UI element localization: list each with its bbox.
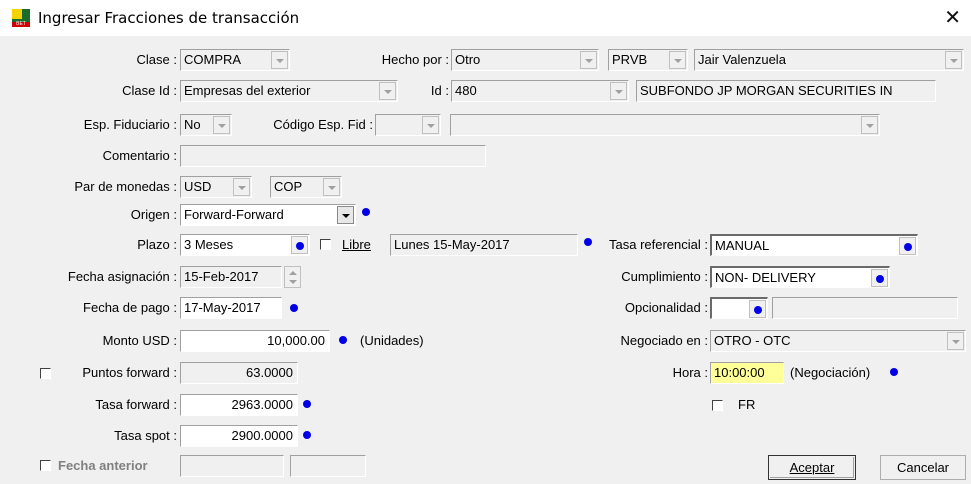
- chevron-down-icon[interactable]: [861, 116, 878, 134]
- title-bar: BET Ingresar Fracciones de transacción ✕: [0, 0, 971, 36]
- chevron-down-icon[interactable]: [610, 82, 627, 100]
- required-dot-icon: [290, 304, 298, 312]
- chevron-down-icon[interactable]: [379, 82, 396, 100]
- fecha-asignacion-label: Fecha asignación :: [67, 269, 177, 284]
- required-dot-icon: [362, 208, 370, 216]
- required-dot-icon: [890, 368, 898, 376]
- puntos-forward-checkbox[interactable]: [40, 368, 51, 379]
- esp-fiduciario-select[interactable]: No: [180, 114, 232, 136]
- negociado-en-select[interactable]: OTRO - OTC: [710, 330, 966, 352]
- aceptar-button[interactable]: Aceptar: [768, 455, 856, 480]
- blue-dot-dropdown-icon[interactable]: [871, 269, 888, 287]
- required-dot-icon: [584, 238, 592, 246]
- app-logo-icon: BET: [12, 9, 30, 27]
- fecha-anterior-field-1: [180, 455, 284, 477]
- chevron-down-icon[interactable]: [233, 178, 250, 196]
- esp-fiduciario-label: Esp. Fiduciario :: [83, 117, 177, 132]
- plazo-select[interactable]: 3 Meses: [180, 234, 310, 256]
- hecho-por-label: Hecho por :: [381, 52, 449, 67]
- fecha-asignacion-field[interactable]: 15-Feb-2017: [180, 266, 282, 288]
- puntos-forward-label: Puntos forward :: [82, 365, 177, 380]
- comentario-field[interactable]: [180, 145, 486, 167]
- origen-select[interactable]: Forward-Forward: [180, 204, 356, 226]
- plazo-label: Plazo :: [137, 237, 177, 252]
- trader-code-select[interactable]: PRVB: [608, 49, 688, 71]
- hora-field[interactable]: 10:00:00: [710, 362, 784, 384]
- opcionalidad-label: Opcionalidad :: [624, 300, 708, 315]
- cumplimiento-label: Cumplimiento :: [621, 269, 708, 284]
- tasa-spot-label: Tasa spot :: [114, 428, 177, 443]
- tasa-spot-field[interactable]: 2900.0000: [180, 425, 298, 447]
- clase-id-select[interactable]: Empresas del exterior: [180, 80, 398, 102]
- chevron-down-icon[interactable]: [947, 332, 964, 350]
- codigo-esp-fid-desc-select[interactable]: [450, 114, 880, 136]
- fecha-anterior-field-2: [290, 455, 366, 477]
- cumplimiento-select[interactable]: NON- DELIVERY: [710, 266, 890, 288]
- chevron-down-icon[interactable]: [337, 206, 354, 224]
- chevron-down-icon[interactable]: [323, 178, 340, 196]
- required-dot-icon: [303, 400, 311, 408]
- fecha-anterior-label: Fecha anterior: [58, 458, 148, 473]
- par-monedas-label: Par de monedas :: [74, 179, 177, 194]
- chevron-down-icon[interactable]: [271, 51, 288, 69]
- moneda-1-select[interactable]: USD: [180, 176, 252, 198]
- codigo-esp-fid-label: Código Esp. Fid :: [273, 117, 373, 132]
- fecha-pago-field[interactable]: 17-May-2017: [180, 297, 282, 319]
- trader-name-select[interactable]: Jair Valenzuela: [694, 49, 964, 71]
- fecha-anterior-checkbox[interactable]: [40, 460, 51, 471]
- tasa-forward-field[interactable]: 2963.0000: [180, 394, 298, 416]
- unidades-label: (Unidades): [360, 333, 424, 348]
- hora-label: Hora :: [672, 365, 708, 380]
- blue-dot-dropdown-icon[interactable]: [899, 237, 916, 255]
- negociacion-label: (Negociación): [790, 365, 871, 380]
- required-dot-icon: [339, 336, 347, 344]
- puntos-forward-field: 63.0000: [180, 362, 298, 384]
- blue-dot-dropdown-icon[interactable]: [749, 300, 766, 318]
- fr-label: FR: [738, 397, 756, 412]
- cancelar-label: Cancelar: [896, 460, 950, 475]
- negociado-en-label: Negociado en :: [620, 333, 708, 348]
- close-icon[interactable]: ✕: [944, 5, 961, 29]
- id-name-field: SUBFONDO JP MORGAN SECURITIES IN: [636, 80, 936, 102]
- arrow-down-icon[interactable]: [289, 280, 297, 284]
- cancelar-button[interactable]: Cancelar: [880, 455, 966, 480]
- arrow-up-icon[interactable]: [289, 271, 297, 275]
- chevron-down-icon[interactable]: [422, 116, 439, 134]
- required-dot-icon: [303, 431, 311, 439]
- fr-checkbox[interactable]: [712, 400, 723, 411]
- opcionalidad-desc-field: [772, 297, 958, 319]
- fecha-plazo-field: Lunes 15-May-2017: [390, 234, 578, 256]
- comentario-label: Comentario :: [102, 148, 177, 163]
- monto-usd-field[interactable]: 10,000.00: [180, 330, 330, 352]
- libre-label: Libre: [342, 237, 371, 252]
- id-label: Id :: [430, 83, 449, 98]
- tasa-referencial-label: Tasa referencial :: [609, 237, 708, 252]
- chevron-down-icon[interactable]: [580, 51, 597, 69]
- date-spinner[interactable]: [284, 266, 301, 288]
- libre-checkbox[interactable]: [320, 239, 331, 250]
- chevron-down-icon[interactable]: [669, 51, 686, 69]
- blue-dot-dropdown-icon[interactable]: [291, 236, 308, 254]
- opcionalidad-select[interactable]: [710, 297, 768, 319]
- clase-select[interactable]: COMPRA: [180, 49, 290, 71]
- clase-id-label: Clase Id :: [122, 83, 177, 98]
- origen-label: Origen :: [130, 207, 177, 222]
- chevron-down-icon[interactable]: [213, 116, 230, 134]
- clase-label: Clase :: [136, 52, 177, 67]
- tasa-referencial-select[interactable]: MANUAL: [710, 234, 918, 256]
- id-select[interactable]: 480: [451, 80, 629, 102]
- hecho-por-select[interactable]: Otro: [451, 49, 599, 71]
- fecha-pago-label: Fecha de pago :: [83, 300, 177, 315]
- window-title: Ingresar Fracciones de transacción: [38, 9, 300, 27]
- codigo-esp-fid-select[interactable]: [375, 114, 441, 136]
- chevron-down-icon[interactable]: [945, 51, 962, 69]
- moneda-2-select[interactable]: COP: [270, 176, 342, 198]
- tasa-forward-label: Tasa forward :: [95, 397, 177, 412]
- aceptar-label: Aceptar: [789, 460, 835, 475]
- monto-usd-label: Monto USD :: [102, 333, 177, 348]
